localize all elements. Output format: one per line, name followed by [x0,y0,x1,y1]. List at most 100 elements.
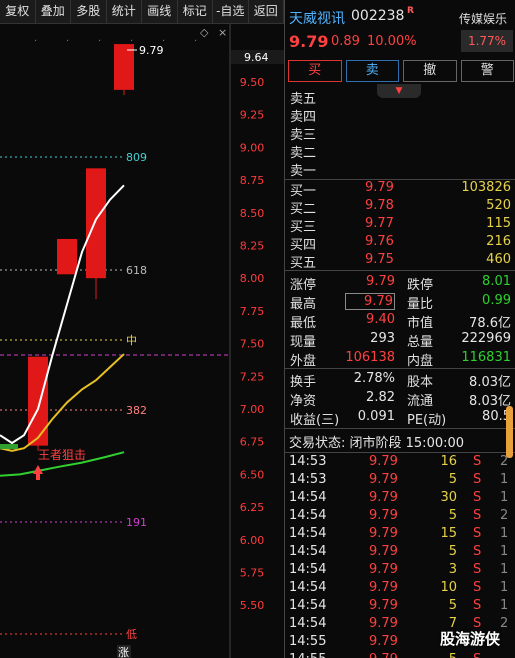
divider [285,270,515,271]
tick-time: 14:54 [289,526,327,541]
tick-count: 1 [500,544,509,559]
quote-label: 外盘 [290,354,317,369]
quote-row: 收益(三) 0.091 PE(动) 80.5 [285,409,515,428]
toolbar-button[interactable]: -自选 [213,0,249,23]
toolbar-button[interactable]: 返回 [249,0,284,23]
quote-row: 换手 2.78% 股本 8.03亿 [285,371,515,390]
tick-side: S [473,508,482,523]
toolbar-button[interactable]: 统计 [107,0,142,23]
toolbar-button[interactable]: 多股 [71,0,107,23]
sell-button[interactable]: 卖 [345,60,399,82]
tick-price: 9.79 [369,526,398,541]
quote-label: 最低 [290,316,317,331]
order-label: 买一 [290,184,317,199]
tick-side: S [473,454,482,469]
toolbar-button[interactable]: 叠加 [36,0,71,23]
tick-side: S [473,562,482,577]
quote-label: 总量 [407,335,434,350]
y-axis-label: 5.75 [240,567,265,580]
stock-name[interactable]: 天威视讯 [289,8,345,28]
order-book-row[interactable]: 买二 9.78 520 [285,198,515,217]
order-book-row[interactable]: 卖四 [285,106,515,125]
divider [285,452,515,453]
y-axis-label: 6.00 [240,534,265,547]
tick-row: 14:55 9.79 5 S [285,652,515,658]
y-axis-label: 7.00 [240,403,265,416]
top-marker: · [66,36,69,47]
quote-row: 最高 9.79 量比 0.99 [285,293,515,312]
tick-volume: 5 [431,652,457,658]
tick-row: 14:54 9.79 30 S 1 [285,490,515,508]
tick-side: S [473,526,482,541]
quote-value: 8.01 [482,274,511,289]
order-price: 9.79 [365,180,394,195]
tick-volume: 5 [448,544,457,559]
tick-time: 14:54 [289,616,327,631]
tick-time: 14:54 [289,580,327,595]
toolbar-button[interactable]: 标记 [178,0,213,23]
order-book-row[interactable]: 买三 9.77 115 [285,216,515,235]
tick-volume: 30 [440,490,457,505]
y-axis-label: 6.50 [240,468,265,481]
quote-value: 8.03亿 [469,375,511,390]
candle-body [57,238,77,275]
order-book-row[interactable]: 买五 9.75 460 [285,252,515,271]
order-book-row[interactable]: 卖五 [285,88,515,107]
quote-value: 78.6亿 [469,316,511,331]
chart-toolbar: 复权 叠加 多股 统计 画线 标记 -自选 返回 [0,0,284,24]
tick-price: 9.79 [369,616,398,631]
tick-count: 2 [500,508,509,523]
price-change-pct: 10.00% [367,34,417,49]
tick-count: 1 [500,598,509,613]
sector-change-badge[interactable]: 1.77% [461,30,513,52]
tick-row: 14:54 9.79 5 S 1 [285,598,515,616]
order-book-row[interactable]: 卖一 [285,160,515,179]
buy-button[interactable]: 买 [288,60,342,82]
stock-code: 002238 [351,8,405,24]
tick-side: S [473,598,482,613]
tick-time: 14:55 [289,652,326,658]
order-volume: 216 [486,234,511,249]
order-book-row[interactable]: 卖二 [285,142,515,161]
trade-status: 交易状态: 闭市阶段 15:00:00 [289,436,465,451]
diamond-icon: ◇ [200,26,209,39]
quote-value: 0.99 [482,293,511,308]
order-price: 9.76 [365,234,394,249]
order-book-row[interactable]: 买一 9.79 103826 [285,180,515,199]
tick-side: S [473,652,481,658]
order-label: 卖三 [290,128,317,143]
quote-value: 2.82 [366,390,395,405]
quote-value: 0.091 [357,409,395,424]
tick-volume: 3 [448,562,457,577]
tick-row: 14:54 9.79 10 S 1 [285,580,515,598]
sector-name[interactable]: 传媒娱乐 [459,10,507,27]
toolbar-button[interactable]: 复权 [0,0,36,23]
tick-count: 1 [500,526,509,541]
order-label: 买五 [290,256,317,271]
order-label: 买二 [290,202,317,217]
tick-price: 9.79 [369,472,398,487]
y-axis-label: 9.25 [240,109,265,122]
order-volume: 103826 [461,180,511,195]
quote-row: 净资 2.82 流通 8.03亿 [285,390,515,409]
tick-price: 9.79 [369,634,398,649]
fib-level-label: 618 [126,264,147,277]
fib-level-label: 低 [126,628,137,641]
toolbar-button[interactable]: 画线 [142,0,178,23]
quote-label: 收益(三) [290,413,340,428]
kline-chart-svg: · · · · · ·◇ ×9.509.259.008.758.508.258.007.75… [0,24,284,658]
cancel-order-button[interactable]: 撤 [403,60,457,82]
quote-value: 222969 [461,331,511,346]
tick-row: 14:54 9.79 5 S 1 [285,544,515,562]
tick-time: 14:54 [289,598,327,613]
kline-chart[interactable]: · · · · · · ◇ × 9.50 9.25 9.00 8.75 8.50 8.25 8.00 7.75… [0,24,284,658]
order-book-row[interactable]: 买四 9.76 216 [285,234,515,253]
alert-button[interactable]: 警 [460,60,514,82]
scrollbar[interactable] [506,406,513,458]
signal-label: 王者狙击 [38,448,86,462]
quote-value: 293 [370,331,395,346]
order-book-row[interactable]: 卖三 [285,124,515,143]
fib-level-label: 809 [126,151,147,164]
app-root: 复权 叠加 多股 统计 画线 标记 -自选 返回 · · · · · · ◇ × 9.50 9.25 9.00 8.… [0,0,515,658]
y-axis-label: 9.50 [240,76,265,89]
